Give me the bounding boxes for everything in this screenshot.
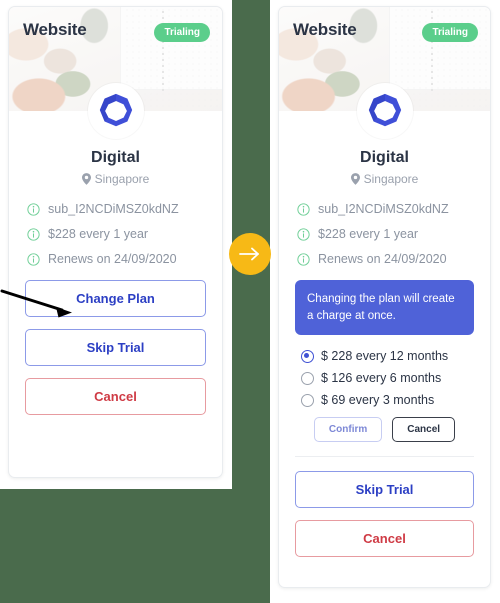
radio-indicator-selected[interactable] xyxy=(301,349,314,363)
change-plan-button[interactable]: Change Plan xyxy=(25,280,206,317)
plan-location-label: Singapore xyxy=(94,172,150,186)
list-item-label: Renews on 24/09/2020 xyxy=(318,252,447,266)
radio-indicator[interactable] xyxy=(301,371,314,385)
comparison-stage: Website Trialing Digital Singapore sub_I… xyxy=(0,0,500,603)
step-connector-right-arrow-icon xyxy=(229,233,271,275)
action-button-stack-before: Change Plan Skip Trial Cancel xyxy=(21,280,210,415)
plan-option-label: $ 228 every 12 months xyxy=(321,349,449,364)
plan-location: Singapore xyxy=(291,172,478,186)
list-item: Renews on 24/09/2020 xyxy=(297,252,472,266)
list-item-label: Renews on 24/09/2020 xyxy=(48,252,177,266)
action-button-stack-after: Skip Trial Cancel xyxy=(291,471,478,558)
plan-option-6-months[interactable]: $ 126 every 6 months xyxy=(301,371,468,385)
subscription-card-before: Website Trialing Digital Singapore sub_I… xyxy=(8,6,223,478)
info-circle-icon xyxy=(297,202,310,216)
list-item-label: sub_I2NCDiMSZ0kdNZ xyxy=(48,202,179,216)
cancel-button[interactable]: Cancel xyxy=(295,520,474,558)
map-pin-icon xyxy=(350,173,360,185)
plan-options-radio-group[interactable]: $ 228 every 12 months $ 126 every 6 mont… xyxy=(291,349,478,407)
skip-trial-button[interactable]: Skip Trial xyxy=(295,471,474,509)
radio-indicator[interactable] xyxy=(301,393,314,407)
subscription-info-list: sub_I2NCDiMSZ0kdNZ $228 every 1 year Ren… xyxy=(291,202,478,266)
subscription-info-list: sub_I2NCDiMSZ0kdNZ $228 every 1 year Ren… xyxy=(21,202,210,266)
list-item: sub_I2NCDiMSZ0kdNZ xyxy=(27,202,204,216)
list-item-label: sub_I2NCDiMSZ0kdNZ xyxy=(318,202,449,216)
info-circle-icon xyxy=(27,227,40,241)
cancel-change-button[interactable]: Cancel xyxy=(392,417,456,443)
list-item-label: $228 every 1 year xyxy=(318,227,419,241)
info-circle-icon xyxy=(297,227,310,241)
page-title: Website xyxy=(293,20,357,39)
plan-option-label: $ 126 every 6 months xyxy=(321,371,442,386)
list-item: $228 every 1 year xyxy=(297,227,472,241)
panel-before: Website Trialing Digital Singapore sub_I… xyxy=(0,0,232,489)
status-badge: Trialing xyxy=(154,23,210,42)
plan-option-label: $ 69 every 3 months xyxy=(321,393,435,408)
info-circle-icon xyxy=(27,252,40,266)
octagon-ring-logo-icon xyxy=(356,83,413,139)
cancel-button[interactable]: Cancel xyxy=(25,378,206,415)
list-item-label: $228 every 1 year xyxy=(48,227,149,241)
plan-location: Singapore xyxy=(21,172,210,186)
info-circle-icon xyxy=(27,202,40,216)
confirm-cancel-row: Confirm Cancel xyxy=(291,417,478,443)
plan-option-3-months[interactable]: $ 69 every 3 months xyxy=(301,393,468,407)
list-item: sub_I2NCDiMSZ0kdNZ xyxy=(297,202,472,216)
plan-location-label: Singapore xyxy=(363,172,419,186)
plan-option-12-months[interactable]: $ 228 every 12 months xyxy=(301,349,468,363)
card-body-before: Digital Singapore sub_I2NCDiMSZ0kdNZ $22… xyxy=(9,111,222,429)
plan-name: Digital xyxy=(91,149,140,166)
subscription-card-after: Website Trialing Digital Singapore sub_I… xyxy=(278,6,491,588)
list-item: $228 every 1 year xyxy=(27,227,204,241)
status-badge: Trialing xyxy=(422,23,478,42)
card-body-after: Digital Singapore sub_I2NCDiMSZ0kdNZ $22… xyxy=(279,111,490,571)
panel-after: Website Trialing Digital Singapore sub_I… xyxy=(270,0,500,603)
confirm-button[interactable]: Confirm xyxy=(313,417,383,443)
change-plan-warning-alert: Changing the plan will create a charge a… xyxy=(295,280,474,336)
info-circle-icon xyxy=(297,252,310,266)
skip-trial-button[interactable]: Skip Trial xyxy=(25,329,206,366)
map-pin-icon xyxy=(81,173,91,185)
list-item: Renews on 24/09/2020 xyxy=(27,252,204,266)
page-title: Website xyxy=(23,20,87,39)
divider xyxy=(295,456,474,458)
octagon-ring-logo-icon xyxy=(87,83,144,139)
plan-name: Digital xyxy=(360,149,409,166)
